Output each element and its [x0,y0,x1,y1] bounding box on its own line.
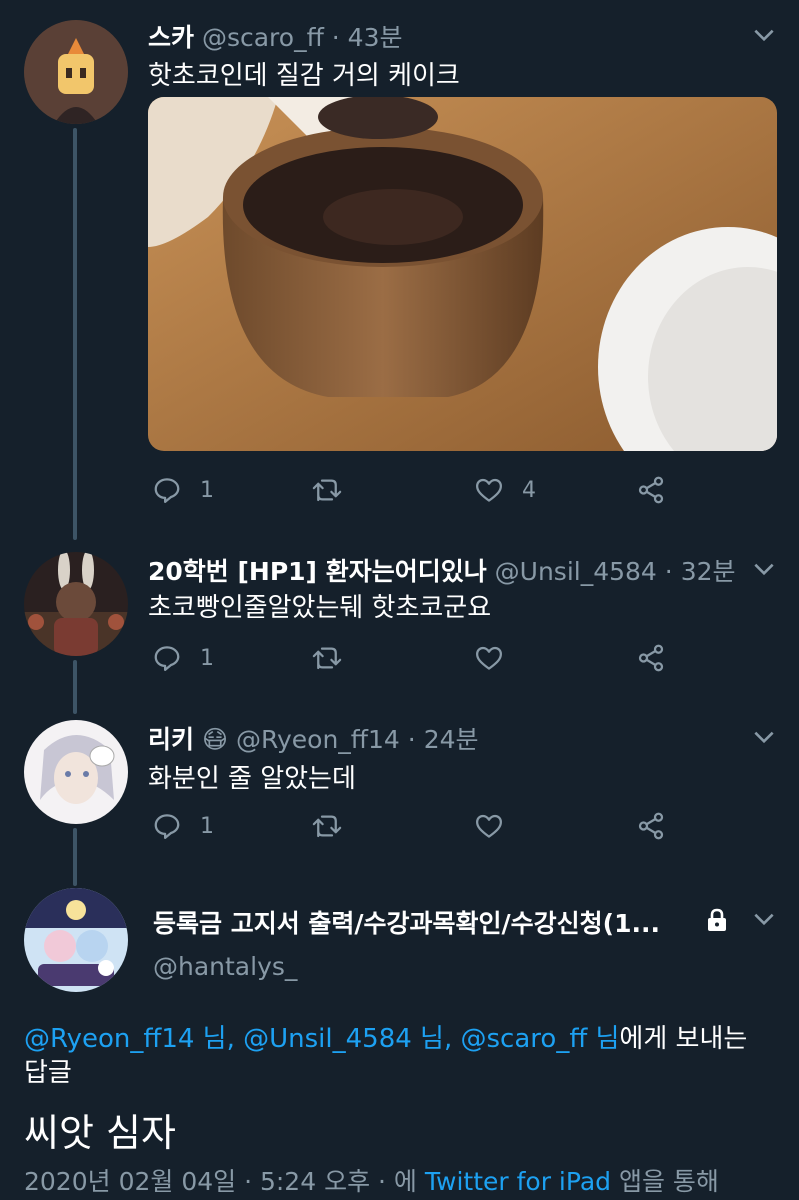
display-name[interactable]: 20학번 [HP1] 환자는어디있나 [148,557,487,586]
mention-link[interactable]: @Ryeon_ff14 님, [24,1024,235,1054]
timestamp[interactable]: · 24분 [408,725,479,754]
client-link[interactable]: Twitter for iPad [425,1167,611,1196]
like-icon [476,646,502,670]
mention-link[interactable]: @scaro_ff 님 [461,1024,620,1054]
tweet-2[interactable]: 20학번 [HP1] 환자는어디있나 @Unsil_4584 · 32분 초코빵… [0,540,799,700]
tweet-text: 화분인 줄 알았는데 [148,764,356,794]
tweet-actions: 1 [148,806,778,846]
share-icon [638,644,664,672]
retweet-button[interactable] [312,470,342,510]
handle[interactable]: @Unsil_4584 [495,557,657,586]
tweet-meta: 2020년 02월 04일 · 5:24 오후 · 에 Twitter for … [24,1162,719,1198]
tweet-header: 등록금 고지서 출력/수강과목확인/수강신청(1... [153,904,660,940]
share-button[interactable] [636,806,666,846]
name-emoji: 😷 [201,725,229,754]
chevron-down-icon[interactable] [751,724,777,750]
display-name[interactable]: 스카 [148,23,194,52]
like-icon [476,814,502,838]
retweet-button[interactable] [312,806,342,846]
reply-icon [154,646,180,671]
tweet-1[interactable]: 스카 @scaro_ff · 43분 핫초코인데 질감 거의 케이크 1 4 [0,0,799,520]
share-icon [638,812,664,840]
tweet-meta-suffix: 앱을 통해 [618,1167,719,1196]
mention-link[interactable]: @Unsil_4584 님, [243,1024,452,1054]
retweet-icon [312,647,342,670]
display-name[interactable]: 리키 [148,725,194,754]
reply-button[interactable]: 1 [152,638,214,678]
display-name[interactable]: 등록금 고지서 출력/수강과목확인/수강신청(1... [153,909,660,938]
like-icon [476,478,502,502]
reply-icon [154,478,180,503]
chevron-down-icon[interactable] [751,556,777,582]
tweet-text: 초코빵인줄알았는뒈 핫초코군요 [148,593,492,623]
timestamp[interactable]: · 32분 [665,557,736,586]
chevron-down-icon[interactable] [751,22,777,48]
tweet-actions: 1 [148,638,778,678]
tweet-header: 20학번 [HP1] 환자는어디있나 @Unsil_4584 · 32분 [148,552,736,588]
retweet-icon [312,815,342,838]
reply-count: 1 [200,813,214,839]
tweet-header: 스카 @scaro_ff · 43분 [148,18,402,54]
reply-context: @Ryeon_ff14 님, @Unsil_4584 님, @scaro_ff … [24,1018,747,1055]
reply-context-suffix: 에게 보내는 [619,1024,748,1054]
avatar[interactable] [24,888,128,992]
reply-icon [154,814,180,839]
chevron-down-icon[interactable] [751,906,777,932]
tweet-text: 핫초코인데 질감 거의 케이크 [148,61,460,91]
tweet-photo[interactable] [148,97,777,451]
reply-button[interactable]: 1 [152,806,214,846]
reply-count: 1 [200,477,214,503]
tweet-3[interactable]: 리키 😷 @Ryeon_ff14 · 24분 화분인 줄 알았는데 1 [0,708,799,868]
lock-icon [708,908,726,931]
like-button[interactable] [474,806,504,846]
reply-count: 1 [200,645,214,671]
reply-context-line2: 답글 [24,1058,72,1088]
like-button[interactable] [474,638,504,678]
avatar[interactable] [24,552,128,656]
like-button[interactable]: 4 [474,470,536,510]
tweet-header: 리키 😷 @Ryeon_ff14 · 24분 [148,720,479,756]
focused-tweet-text: 씨앗 심자 [24,1111,176,1155]
handle[interactable]: @scaro_ff [202,23,324,52]
share-icon [638,476,664,504]
retweet-icon [312,479,342,502]
tweet-actions: 1 4 [148,470,778,510]
avatar[interactable] [24,20,128,124]
avatar[interactable] [24,720,128,824]
tweet-datetime: 2020년 02월 04일 · 5:24 오후 · 에 [24,1167,417,1196]
timestamp[interactable]: · 43분 [332,23,403,52]
handle[interactable]: @Ryeon_ff14 [236,725,400,754]
share-button[interactable] [636,470,666,510]
share-button[interactable] [636,638,666,678]
handle[interactable]: @hantalys_ [153,952,297,981]
reply-button[interactable]: 1 [152,470,214,510]
like-count: 4 [522,477,536,503]
retweet-button[interactable] [312,638,342,678]
